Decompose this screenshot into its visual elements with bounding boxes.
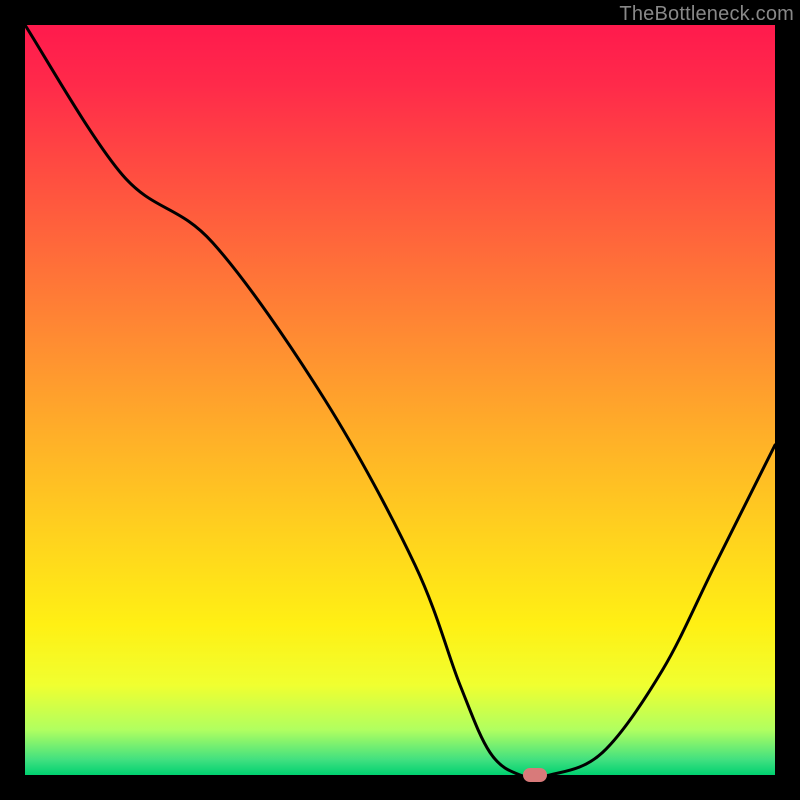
watermark-label: TheBottleneck.com	[619, 3, 794, 26]
plot-area	[25, 25, 775, 775]
bottleneck-curve	[25, 25, 775, 775]
chart-frame: TheBottleneck.com	[0, 0, 800, 800]
optimal-marker	[523, 768, 547, 782]
